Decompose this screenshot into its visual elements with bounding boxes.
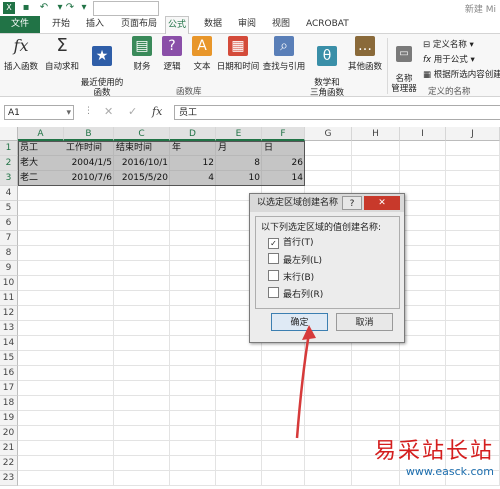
annotation-arrow-shaft [295,332,311,439]
watermark-url: www.easck.com [405,465,494,478]
annotation-arrow-head [302,325,316,340]
watermark-logo-text: 易采站长站 [373,439,494,464]
annotation-arrow [295,325,316,439]
